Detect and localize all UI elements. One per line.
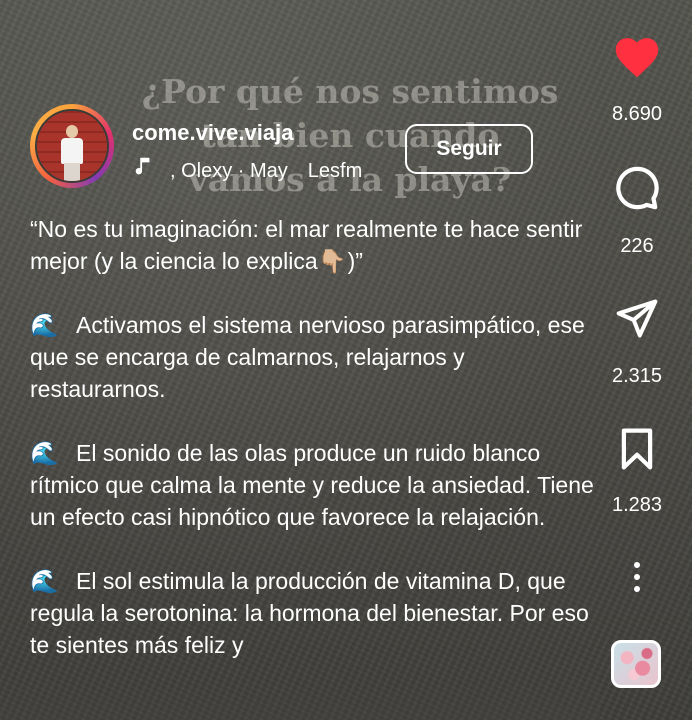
caption-point-text: El sonido de las olas produce un ruido b…	[30, 440, 594, 530]
music-artist: , Olexy · May	[170, 160, 288, 182]
caption-point-text: El sol estimula la producción de vitamin…	[30, 568, 589, 658]
avatar-legs	[64, 163, 80, 181]
caption-intro-text: “No es tu imaginación: el mar realmente …	[30, 216, 583, 274]
heart-icon	[612, 33, 662, 83]
profile-avatar[interactable]	[30, 104, 114, 188]
comment-icon	[614, 165, 660, 215]
avatar-head	[66, 125, 78, 138]
share-button[interactable]	[600, 296, 674, 344]
comment-count: 226	[620, 235, 654, 257]
share-count: 2.315	[611, 365, 663, 387]
bookmark-icon	[616, 426, 658, 476]
post-caption: “No es tu imaginación: el mar realmente …	[30, 213, 595, 693]
send-icon	[615, 296, 659, 344]
like-count: 8.690	[611, 103, 663, 125]
wave-icon: 🌊	[30, 440, 59, 466]
more-options-button[interactable]	[600, 560, 674, 598]
caption-point-text: Activamos el sistema nervioso parasimpát…	[30, 312, 585, 402]
wave-icon: 🌊	[30, 312, 59, 338]
avatar-shirt	[61, 138, 83, 164]
caption-intro: “No es tu imaginación: el mar realmente …	[30, 213, 595, 277]
avatar-person	[59, 125, 85, 181]
video-overlay-title-line: ¿Por qué nos sentimos	[141, 72, 559, 111]
like-button[interactable]	[600, 33, 674, 83]
wave-icon: 🌊	[30, 568, 59, 594]
pointing-down-icon: 👇🏼	[317, 248, 347, 274]
follow-button[interactable]: Seguir	[405, 124, 533, 174]
caption-point: 🌊 Activamos el sistema nervioso parasimpá…	[30, 309, 595, 405]
audio-thumbnail[interactable]	[611, 640, 661, 688]
caption-point: 🌊 El sol estimula la producción de vitami…	[30, 565, 595, 661]
more-vertical-icon	[632, 560, 642, 598]
music-note-icon	[132, 155, 154, 183]
username-link[interactable]: come.vive.viaja	[132, 120, 293, 146]
caption-intro-close: )”	[347, 248, 363, 274]
caption-point: 🌊 El sonido de las olas produce un ruido …	[30, 437, 595, 533]
music-label: Lesfm	[307, 160, 363, 182]
save-button[interactable]	[600, 426, 674, 476]
save-count: 1.283	[611, 494, 663, 516]
music-info[interactable]: , Olexy · May Lesfm	[132, 155, 362, 183]
comment-button[interactable]	[600, 165, 674, 215]
avatar-photo	[35, 109, 109, 183]
